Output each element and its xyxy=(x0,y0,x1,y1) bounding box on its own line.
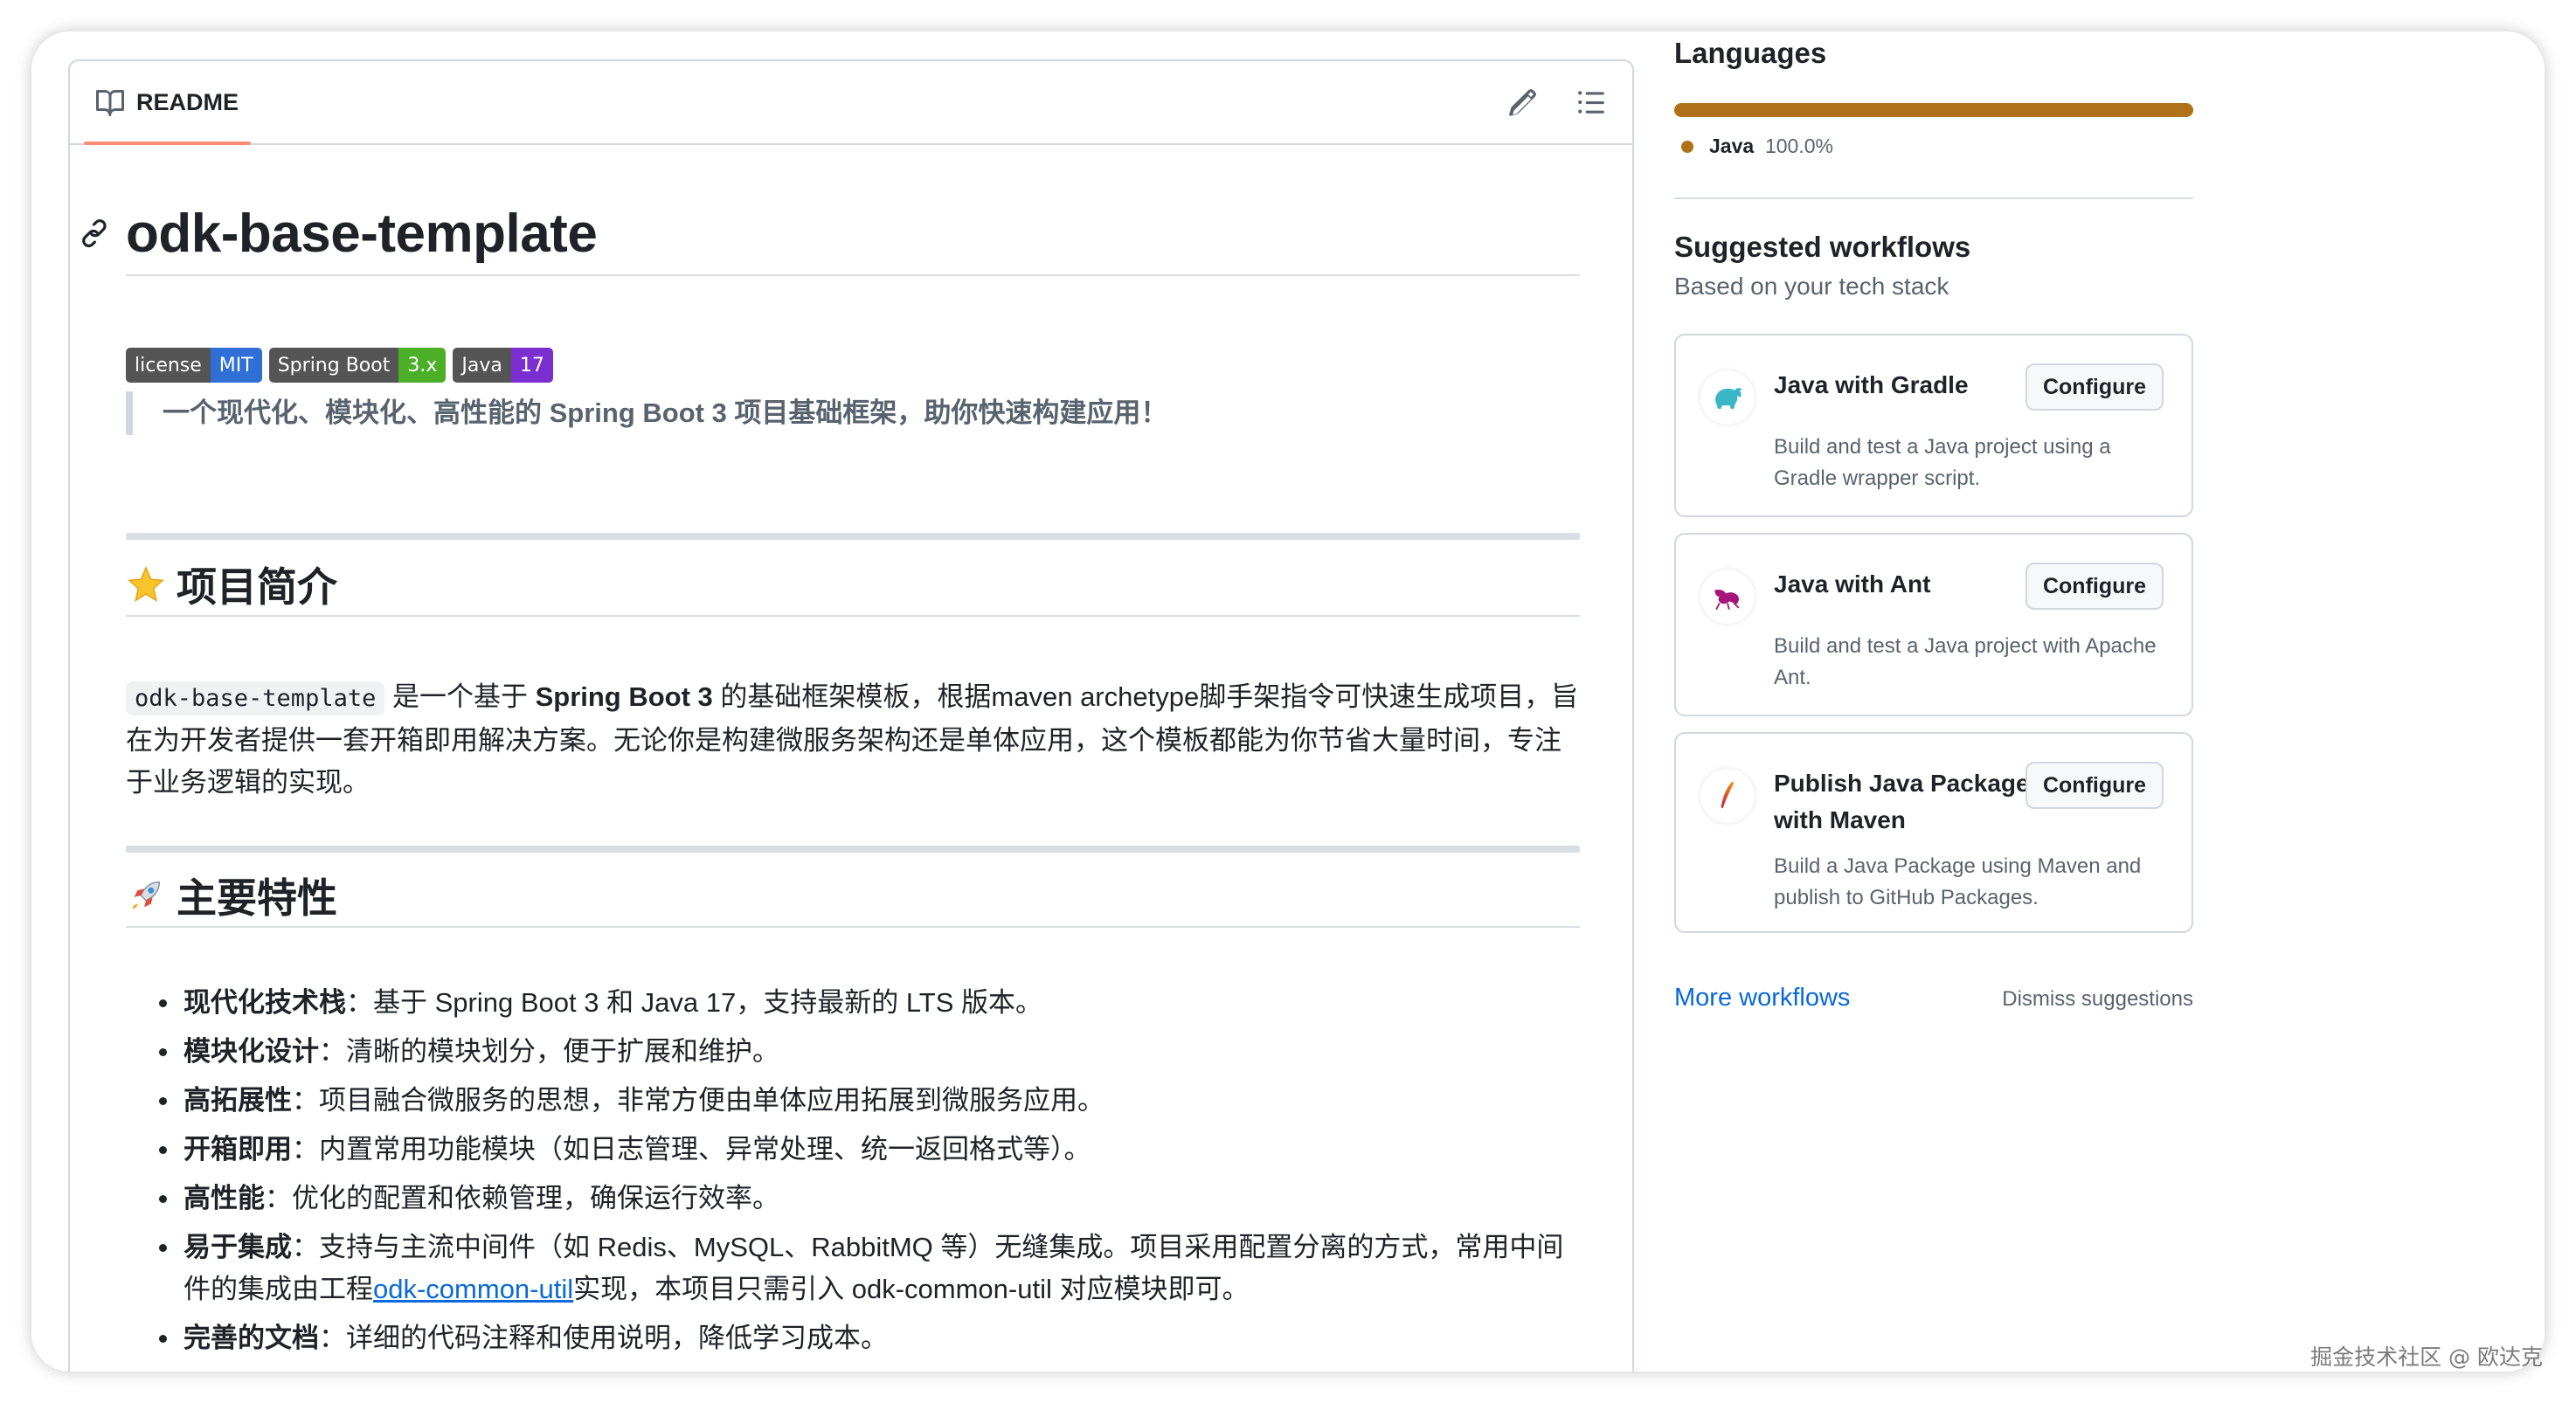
language-percent: 100.0% xyxy=(1764,135,1833,157)
intro-heading: 项目简介 xyxy=(126,554,1580,617)
workflow-description: Build a Java Package using Maven and pub… xyxy=(1774,854,2142,909)
java-dot-icon xyxy=(1681,140,1693,153)
readme-header: README xyxy=(70,61,1632,145)
odk-common-util-link[interactable]: odk-common-util xyxy=(373,1274,573,1304)
workflows-subheading: Based on your tech stack xyxy=(1674,273,1949,300)
badge-value: 3.x xyxy=(398,348,447,383)
feature-name: 完善的文档 xyxy=(184,1323,319,1353)
workflow-card-gradle: Java with Gradle Configure Build and tes… xyxy=(1674,334,2193,517)
maven-logo xyxy=(1700,769,1755,823)
pencil-icon[interactable] xyxy=(1508,87,1538,117)
feature-desc: ：详细的代码注释和使用说明，降低学习成本。 xyxy=(319,1323,888,1353)
readme-tab-label: README xyxy=(136,88,239,115)
divider xyxy=(126,533,1580,540)
list-item: 模块化设计：清晰的模块划分，便于扩展和维护。 xyxy=(126,1031,1580,1073)
workflow-title: Publish Java Package with Maven xyxy=(1774,770,2030,833)
configure-button[interactable]: Configure xyxy=(2025,363,2164,411)
features-list: 现代化技术栈：基于 Spring Boot 3 和 Java 17，支持最新的 … xyxy=(126,982,1580,1366)
browser-window: README odk-base-template license MIT Spr… xyxy=(31,31,2545,1372)
feature-name: 高拓展性 xyxy=(184,1085,292,1116)
ant-logo xyxy=(1700,570,1755,624)
languages-heading: Languages xyxy=(1674,37,1827,69)
feature-desc: ：优化的配置和依赖管理，确保运行效率。 xyxy=(265,1183,779,1213)
feature-desc: 实现，本项目只需引入 odk-common-util 对应模块即可。 xyxy=(573,1274,1250,1304)
license-badge[interactable]: license MIT xyxy=(126,348,262,383)
gradle-logo xyxy=(1700,370,1755,425)
workflow-card-maven: Publish Java Package with Maven Configur… xyxy=(1674,732,2193,933)
configure-button[interactable]: Configure xyxy=(2025,563,2164,610)
list-item: 完善的文档：详细的代码注释和使用说明，降低学习成本。 xyxy=(126,1317,1580,1359)
list-item: 现代化技术栈：基于 Spring Boot 3 和 Java 17，支持最新的 … xyxy=(126,982,1580,1024)
language-item[interactable]: Java 100.0% xyxy=(1681,135,1833,158)
intro-heading-text: 项目简介 xyxy=(177,564,337,610)
feature-desc: ：清晰的模块划分，便于扩展和维护。 xyxy=(319,1036,779,1067)
more-workflows-link[interactable]: More workflows xyxy=(1674,984,1850,1013)
ant-icon xyxy=(1714,589,1740,611)
workflows-heading: Suggested workflows xyxy=(1674,231,1971,263)
language-name: Java xyxy=(1709,135,1755,157)
features-heading: 主要特性 xyxy=(126,865,1580,928)
workflow-description: Build and test a Java project with Apach… xyxy=(1774,634,2157,689)
star-icon xyxy=(128,565,164,602)
blockquote: 一个现代化、模块化、高性能的 Spring Boot 3 项目基础框架，助你快速… xyxy=(126,391,1576,435)
list-icon[interactable] xyxy=(1576,87,1606,117)
list-item: 易于集成：支持与主流中间件（如 Redis、MySQL、RabbitMQ 等）无… xyxy=(126,1227,1580,1310)
badge-value: 17 xyxy=(510,348,553,383)
readme-tab[interactable]: README xyxy=(84,61,252,145)
feather-icon xyxy=(1721,781,1735,809)
workflow-title: Java with Ant xyxy=(1774,570,1931,598)
feature-name: 易于集成 xyxy=(184,1232,292,1262)
badge-row: license MIT Spring Boot 3.x Java 17 xyxy=(126,348,553,383)
intro-bold: Spring Boot 3 xyxy=(535,681,713,712)
divider xyxy=(126,846,1580,853)
elephant-icon xyxy=(1715,388,1742,409)
java-badge[interactable]: Java 17 xyxy=(453,348,553,383)
workflow-title: Java with Gradle xyxy=(1774,371,1969,398)
feature-desc: ：内置常用功能模块（如日志管理、异常处理、统一返回格式等）。 xyxy=(292,1134,1091,1165)
feature-desc: ：项目融合微服务的思想，非常方便由单体应用拓展到微服务应用。 xyxy=(292,1085,1104,1116)
sidebar-divider xyxy=(1674,197,2193,199)
spring-boot-badge[interactable]: Spring Boot 3.x xyxy=(268,348,447,383)
configure-button[interactable]: Configure xyxy=(2025,762,2164,809)
badge-label: Java xyxy=(453,348,511,383)
readme-title: odk-base-template xyxy=(82,204,1580,276)
dismiss-suggestions-link[interactable]: Dismiss suggestions xyxy=(2002,987,2193,1012)
badge-label: Spring Boot xyxy=(268,348,399,383)
book-icon xyxy=(96,90,124,116)
inline-code: odk-base-template xyxy=(126,681,385,715)
list-item: 高拓展性：项目融合微服务的思想，非常方便由单体应用拓展到微服务应用。 xyxy=(126,1080,1580,1122)
feature-name: 高性能 xyxy=(184,1183,265,1213)
feature-name: 现代化技术栈 xyxy=(184,987,346,1018)
workflow-card-ant: Java with Ant Configure Build and test a… xyxy=(1674,533,2193,716)
badge-value: MIT xyxy=(210,348,262,383)
readme-panel: README odk-base-template license MIT Spr… xyxy=(68,59,1634,1372)
list-item: 开箱即用：内置常用功能模块（如日志管理、异常处理、统一返回格式等）。 xyxy=(126,1129,1580,1171)
workflow-description: Build and test a Java project using a Gr… xyxy=(1774,435,2111,490)
badge-label: license xyxy=(126,348,211,383)
intro-paragraph: odk-base-template 是一个基于 Spring Boot 3 的基… xyxy=(126,676,1580,804)
watermark: 掘金技术社区 @ 欧达克 xyxy=(2310,1344,2543,1370)
feature-name: 模块化设计 xyxy=(184,1036,319,1067)
language-bar xyxy=(1674,103,2193,117)
intro-text: 是一个基于 xyxy=(384,681,536,712)
link-icon[interactable] xyxy=(80,218,110,248)
readme-title-text: odk-base-template xyxy=(126,204,598,264)
list-item: 高性能：优化的配置和依赖管理，确保运行效率。 xyxy=(126,1178,1580,1220)
features-heading-text: 主要特性 xyxy=(177,875,337,921)
rocket-icon xyxy=(132,881,161,909)
feature-name: 开箱即用 xyxy=(184,1134,292,1165)
feature-desc: ：基于 Spring Boot 3 和 Java 17，支持最新的 LTS 版本… xyxy=(346,987,1043,1018)
